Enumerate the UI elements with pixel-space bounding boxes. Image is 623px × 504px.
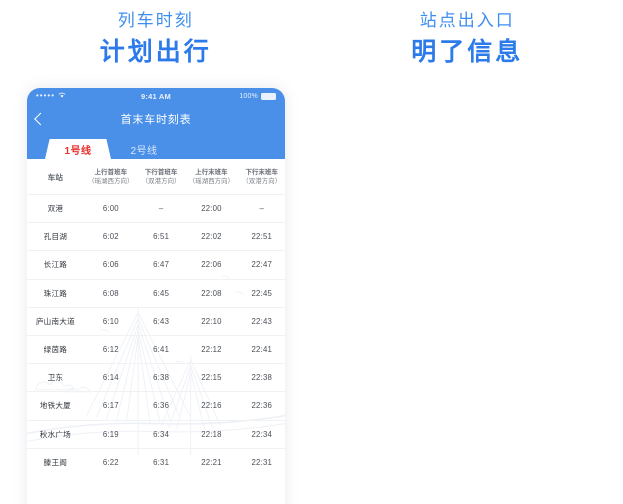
cell-time: 6:43 [137, 306, 185, 336]
cell-time: 22:08 [184, 278, 239, 308]
status-time-left: 9:41 AM [141, 91, 171, 101]
phone-mockup-schedule: ••••• 9:41 AM 100% 首末车时刻表 1号线 2号线 车站 上行首… [27, 88, 285, 504]
col-header-up-first: 上行首班车 （瑶湖西方向） [88, 169, 134, 185]
cell-time: – [137, 193, 185, 223]
promo-page: 列车时刻 计划出行 ••••• 9:41 AM 100% 首末车时刻表 1号线 … [0, 0, 623, 504]
schedule-table: 车站 上行首班车 （瑶湖西方向） 下行首班车 （双港方向） 上行末班车 （瑶湖西… [27, 159, 285, 476]
table-row[interactable]: 滕王阁 6:22 6:31 22:21 22:31 [27, 447, 285, 476]
back-arrow-icon[interactable] [34, 112, 47, 126]
battery-percent-left: 100% [239, 92, 258, 100]
cell-time: 22:02 [184, 222, 239, 251]
table-row[interactable]: 庐山南大道 6:10 6:43 22:10 22:43 [27, 306, 285, 336]
line-tabs: 1号线 2号线 [27, 134, 285, 159]
signal-dots-icon: ••••• [36, 91, 56, 100]
cell-station: 秋水广场 [27, 419, 84, 449]
cell-time: 6:34 [137, 419, 185, 449]
cell-time: 22:41 [238, 334, 285, 364]
cell-time: 6:45 [137, 278, 185, 308]
cell-station: 绿茵路 [27, 334, 84, 364]
cell-time: 22:38 [238, 363, 285, 392]
cell-station: 双港 [27, 193, 84, 223]
table-row[interactable]: 长江路 6:06 6:47 22:06 22:47 [27, 250, 285, 280]
cell-time: 22:12 [184, 334, 239, 364]
table-row[interactable]: 孔目湖 6:02 6:51 22:02 22:51 [27, 222, 285, 251]
cell-time: 6:14 [83, 363, 138, 392]
cell-time: 6:08 [83, 278, 138, 308]
cell-time: 22:47 [238, 250, 285, 280]
page-title: 首末车时刻表 [120, 114, 192, 126]
battery-icon-left [261, 92, 276, 100]
tab-line-2[interactable]: 2号线 [111, 139, 177, 159]
tab-line-1[interactable]: 1号线 [45, 139, 111, 159]
cell-time: 6:02 [83, 222, 138, 251]
cell-station: 长江路 [27, 250, 84, 280]
left-heading: 列车时刻 计划出行 [0, 0, 312, 69]
table-row[interactable]: 绿茵路 6:12 6:41 22:12 22:41 [27, 334, 285, 364]
cell-station: 地铁大厦 [27, 391, 84, 420]
wifi-icon [58, 92, 66, 100]
nav-bar-schedule: 首末车时刻表 [27, 104, 285, 134]
cell-time: 6:19 [83, 419, 138, 449]
cell-time: 22:21 [184, 447, 239, 476]
col-header-up-last: 上行末班车 （瑶湖西方向） [188, 169, 235, 185]
right-heading-sub: 站点出入口 [419, 11, 515, 30]
cell-station: 卫东 [27, 363, 84, 392]
left-heading-main: 计划出行 [99, 38, 212, 66]
left-heading-sub: 列车时刻 [117, 11, 194, 30]
cell-time: 22:16 [184, 391, 239, 420]
cell-station: 滕王阁 [27, 447, 84, 476]
cell-time: 6:06 [83, 250, 138, 280]
right-heading-main: 明了信息 [411, 38, 524, 66]
panel-station-exits: 站点出入口 明了信息 ••••• 9:41 AM [312, 0, 623, 504]
cell-time: 22:06 [184, 250, 239, 280]
table-row[interactable]: 双港 6:00–22:00– [27, 193, 285, 223]
cell-time: 6:38 [137, 363, 185, 392]
cell-time: 22:15 [184, 363, 239, 392]
cell-time: 22:00 [184, 193, 239, 223]
cell-time: – [238, 193, 285, 223]
cell-time: 22:43 [238, 306, 285, 336]
schedule-table-wrap: 车站 上行首班车 （瑶湖西方向） 下行首班车 （双港方向） 上行末班车 （瑶湖西… [27, 159, 285, 476]
table-row[interactable]: 秋水广场 6:19 6:34 22:18 22:34 [27, 419, 285, 449]
cell-time: 6:31 [137, 447, 185, 476]
table-row[interactable]: 地铁大厦 6:17 6:36 22:16 22:36 [27, 391, 285, 420]
col-header-station: 车站 [47, 172, 64, 182]
col-header-down-last: 下行末班车 （双港方向） [242, 169, 282, 185]
cell-time: 6:36 [137, 391, 185, 420]
cell-time: 6:22 [83, 447, 138, 476]
cell-time: 22:10 [184, 306, 239, 336]
cell-time: 22:51 [238, 222, 285, 251]
cell-time: 6:47 [137, 250, 185, 280]
cell-station: 孔目湖 [27, 222, 84, 251]
cell-time: 22:45 [238, 278, 285, 308]
cell-station: 珠江路 [27, 278, 84, 308]
table-row[interactable]: 卫东 6:14 6:38 22:15 22:38 [27, 363, 285, 392]
status-bar-left: ••••• 9:41 AM 100% [27, 88, 285, 104]
cell-time: 22:18 [184, 419, 239, 449]
cell-time: 6:41 [137, 334, 185, 364]
cell-time: 6:17 [83, 391, 138, 420]
cell-time: 22:34 [238, 419, 285, 449]
cell-time: 6:12 [83, 334, 138, 364]
table-header-row: 车站 上行首班车 （瑶湖西方向） 下行首班车 （双港方向） 上行末班车 （瑶湖西… [27, 159, 285, 195]
cell-station: 庐山南大道 [27, 306, 84, 336]
panel-train-schedule: 列车时刻 计划出行 ••••• 9:41 AM 100% 首末车时刻表 1号线 … [0, 0, 312, 504]
col-header-down-first: 下行首班车 （双港方向） [141, 169, 181, 185]
cell-time: 6:10 [83, 306, 138, 336]
cell-time: 6:00 [83, 193, 138, 223]
cell-time: 6:51 [137, 222, 185, 251]
cell-time: 22:31 [238, 447, 285, 476]
schedule-table-body: 双港 6:00–22:00– 孔目湖 6:02 6:51 22:02 22:51 长江路 6:0… [27, 193, 285, 476]
table-row[interactable]: 珠江路 6:08 6:45 22:08 22:45 [27, 278, 285, 308]
cell-time: 22:36 [238, 391, 285, 420]
right-heading: 站点出入口 明了信息 [312, 0, 623, 69]
